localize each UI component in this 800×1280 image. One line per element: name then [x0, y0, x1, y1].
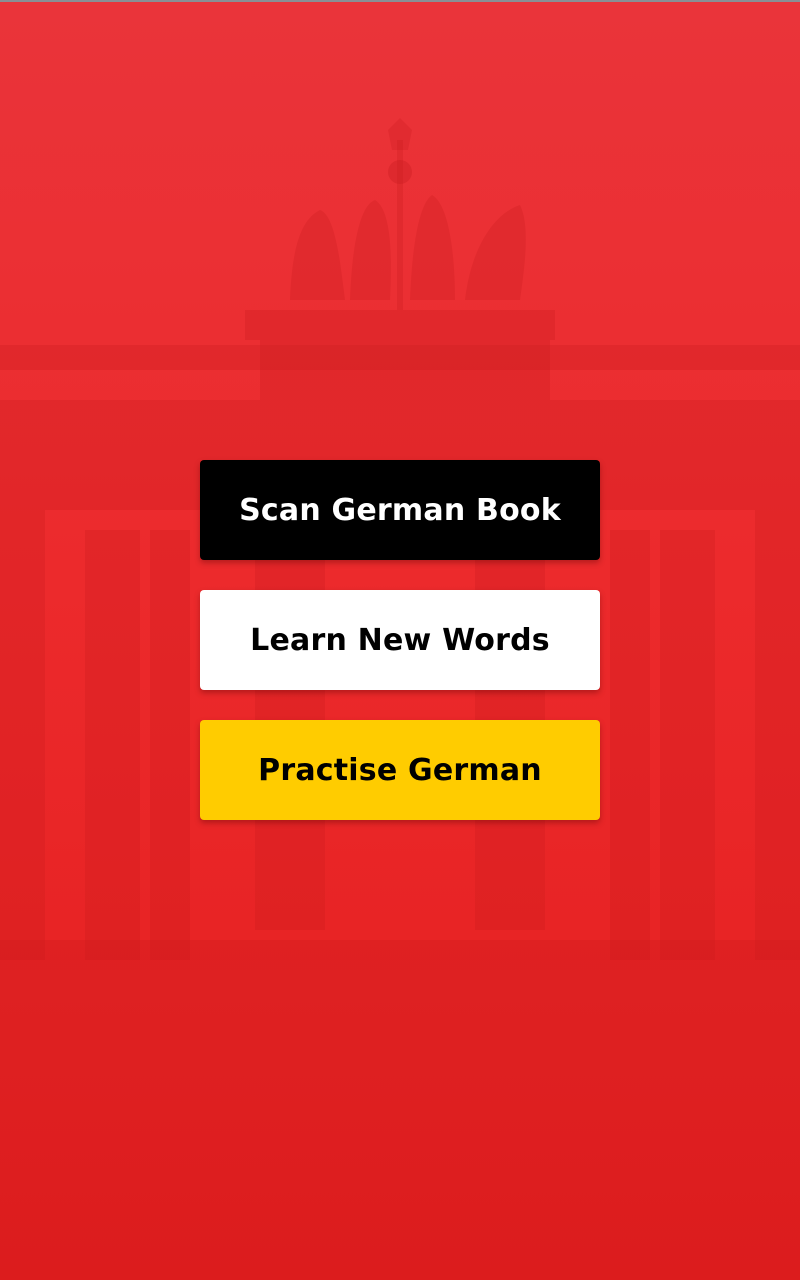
learn-new-words-button[interactable]: Learn New Words — [200, 590, 600, 690]
practise-german-button[interactable]: Practise German — [200, 720, 600, 820]
scan-german-book-button[interactable]: Scan German Book — [200, 460, 600, 560]
main-menu: Scan German Book Learn New Words Practis… — [200, 460, 600, 850]
